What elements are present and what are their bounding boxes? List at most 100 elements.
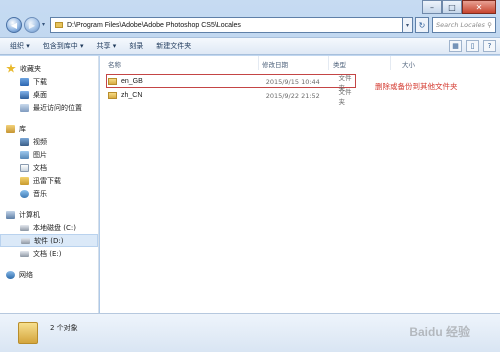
navigation-pane: 收藏夹 下载 桌面 最近访问的位置 库 视频 图片 文档 迅雷下载 音乐 计算机… bbox=[0, 56, 99, 313]
computer-icon bbox=[6, 210, 15, 219]
xunlei-download-icon bbox=[20, 176, 29, 185]
explorer-window: – □ ✕ ◀ ▶ ▾ D:\Program Files\Adobe\Adobe… bbox=[0, 0, 500, 352]
sidebar-item-label: 图片 bbox=[33, 150, 47, 159]
sidebar-item-drive-e[interactable]: 文档 (E:) bbox=[0, 247, 98, 260]
sidebar-item-xunlei-download[interactable]: 迅雷下载 bbox=[0, 174, 98, 187]
refresh-button[interactable]: ↻ bbox=[415, 17, 429, 33]
organize-menu[interactable]: 组织 ▾ bbox=[10, 41, 30, 51]
sidebar-item-label: 网络 bbox=[19, 270, 33, 279]
minimize-button[interactable]: – bbox=[422, 0, 442, 14]
file-modified: 2015/9/15 10:44 bbox=[265, 77, 320, 86]
sidebar-item-label: 最近访问的位置 bbox=[33, 103, 82, 112]
column-header-type[interactable]: 类型 bbox=[333, 59, 346, 69]
burn-button[interactable]: 刻录 bbox=[129, 41, 143, 51]
address-bar[interactable]: D:\Program Files\Adobe\Adobe Photoshop C… bbox=[50, 17, 403, 33]
file-row[interactable]: en_GB 2015/9/15 10:44 文件夹 bbox=[108, 74, 358, 92]
change-view-button[interactable]: ▦ bbox=[449, 40, 462, 52]
column-divider[interactable] bbox=[258, 56, 259, 70]
music-icon bbox=[20, 189, 29, 198]
sidebar-item-label: 计算机 bbox=[19, 210, 40, 219]
title-bar: – □ ✕ ◀ ▶ ▾ D:\Program Files\Adobe\Adobe… bbox=[0, 0, 500, 36]
watermark: Baidu 经验 bbox=[409, 325, 470, 339]
sidebar-item-recent-places[interactable]: 最近访问的位置 bbox=[0, 101, 98, 114]
chevron-down-icon: ▾ bbox=[405, 21, 409, 29]
sidebar-item-downloads[interactable]: 下载 bbox=[0, 75, 98, 88]
file-modified: 2015/9/22 21:52 bbox=[265, 91, 320, 100]
drive-icon bbox=[20, 250, 29, 257]
recent-places-icon bbox=[20, 103, 29, 112]
sidebar-item-music[interactable]: 音乐 bbox=[0, 187, 98, 200]
help-button[interactable]: ? bbox=[483, 40, 496, 52]
sidebar-item-libraries[interactable]: 库 bbox=[0, 122, 98, 135]
search-input[interactable]: Search Locales ⚲ bbox=[432, 17, 496, 33]
drive-icon bbox=[20, 224, 29, 231]
recent-pages-dropdown[interactable]: ▾ bbox=[42, 21, 45, 28]
file-type: 文件夹 bbox=[338, 87, 352, 106]
file-row[interactable]: zh_CN 2015/9/22 21:52 文件夹 bbox=[108, 88, 358, 106]
sidebar-item-label: 音乐 bbox=[33, 189, 47, 198]
column-header-name[interactable]: 名称 bbox=[108, 59, 121, 69]
command-bar: 组织 ▾ 包含到库中 ▾ 共享 ▾ 刻录 新建文件夹 ▦ ▯ ? bbox=[0, 37, 500, 55]
download-folder-icon bbox=[20, 77, 29, 86]
column-divider[interactable] bbox=[390, 56, 391, 70]
sidebar-item-computer[interactable]: 计算机 bbox=[0, 208, 98, 221]
share-menu[interactable]: 共享 ▾ bbox=[97, 41, 117, 51]
sidebar-item-label: 视频 bbox=[33, 137, 47, 146]
search-icon: ⚲ bbox=[487, 21, 492, 29]
folder-large-icon bbox=[18, 322, 38, 344]
desktop-icon bbox=[20, 90, 29, 99]
file-list-pane: 名称 修改日期 类型 大小 en_GB 2015/9/15 10:44 文件夹 … bbox=[100, 56, 500, 313]
sidebar-item-label: 本地磁盘 (C:) bbox=[33, 223, 76, 232]
library-icon bbox=[6, 124, 15, 133]
sidebar-item-pictures[interactable]: 图片 bbox=[0, 148, 98, 161]
sidebar-item-drive-c[interactable]: 本地磁盘 (C:) bbox=[0, 221, 98, 234]
refresh-icon: ↻ bbox=[418, 20, 426, 30]
folder-icon bbox=[108, 92, 117, 99]
window-controls: – □ ✕ bbox=[422, 0, 496, 14]
address-path[interactable]: D:\Program Files\Adobe\Adobe Photoshop C… bbox=[67, 22, 241, 29]
item-count: 2 个对象 bbox=[50, 324, 78, 332]
sidebar-item-desktop[interactable]: 桌面 bbox=[0, 88, 98, 101]
drive-icon bbox=[21, 237, 30, 244]
view-grid-icon: ▦ bbox=[452, 42, 459, 50]
file-name: zh_CN bbox=[120, 92, 143, 99]
sidebar-item-favorites[interactable]: 收藏夹 bbox=[0, 62, 98, 75]
sidebar-item-label: 软件 (D:) bbox=[34, 236, 64, 245]
column-header-modified[interactable]: 修改日期 bbox=[262, 59, 288, 69]
preview-pane-icon: ▯ bbox=[470, 42, 475, 50]
network-icon bbox=[6, 270, 15, 279]
new-folder-button[interactable]: 新建文件夹 bbox=[156, 41, 191, 51]
star-icon bbox=[6, 63, 16, 73]
sidebar-item-label: 桌面 bbox=[33, 90, 47, 99]
documents-icon bbox=[20, 163, 29, 172]
sidebar-item-drive-d[interactable]: 软件 (D:) bbox=[0, 234, 98, 247]
column-header-size[interactable]: 大小 bbox=[402, 59, 415, 69]
include-in-library-menu[interactable]: 包含到库中 ▾ bbox=[43, 41, 84, 51]
forward-button[interactable]: ▶ bbox=[24, 17, 40, 33]
maximize-button[interactable]: □ bbox=[442, 0, 462, 14]
preview-pane-button[interactable]: ▯ bbox=[466, 40, 479, 52]
sidebar-item-label: 下载 bbox=[33, 77, 47, 86]
back-button[interactable]: ◀ bbox=[6, 17, 22, 33]
sidebar-item-label: 收藏夹 bbox=[20, 64, 41, 73]
help-icon: ? bbox=[487, 42, 492, 50]
annotation-text: 删除或备份到其他文件夹 bbox=[375, 82, 458, 91]
forward-arrow-icon: ▶ bbox=[28, 20, 36, 30]
address-dropdown-button[interactable]: ▾ bbox=[403, 17, 413, 33]
sidebar-item-documents[interactable]: 文档 bbox=[0, 161, 98, 174]
sidebar-item-network[interactable]: 网络 bbox=[0, 268, 98, 281]
sidebar-item-label: 库 bbox=[19, 124, 26, 133]
sidebar-item-videos[interactable]: 视频 bbox=[0, 135, 98, 148]
sidebar-item-label: 迅雷下载 bbox=[33, 176, 61, 185]
pictures-icon bbox=[20, 150, 29, 159]
column-divider[interactable] bbox=[328, 56, 329, 70]
details-pane: 2 个对象 Baidu 经验 bbox=[0, 313, 500, 352]
sidebar-item-label: 文档 (E:) bbox=[33, 249, 62, 258]
sidebar-item-label: 文档 bbox=[33, 163, 47, 172]
view-controls: ▦ ▯ ? bbox=[445, 40, 496, 52]
folder-icon bbox=[108, 78, 117, 85]
file-name: en_GB bbox=[120, 78, 143, 85]
videos-icon bbox=[20, 137, 29, 146]
search-placeholder: Search Locales bbox=[436, 21, 485, 29]
close-button[interactable]: ✕ bbox=[462, 0, 496, 14]
